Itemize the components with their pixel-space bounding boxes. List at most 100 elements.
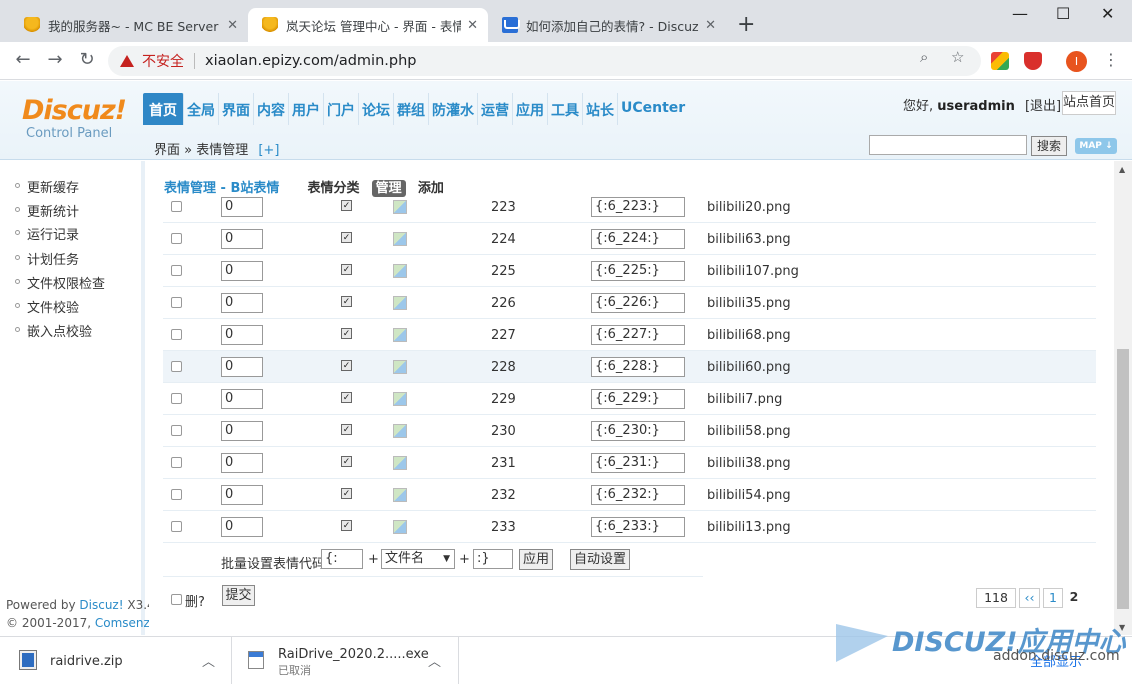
minimize-icon[interactable]: — — [1012, 4, 1028, 23]
page-scrollbar[interactable]: ▲ ▼ — [1114, 161, 1132, 635]
nav-content[interactable]: 内容 — [254, 93, 289, 125]
site-home-button[interactable]: 站点首页 — [1062, 91, 1116, 115]
batch-field-select[interactable]: 文件名 ▼ — [381, 549, 455, 569]
discuz-logo[interactable]: Discuz! Control Panel — [22, 95, 127, 141]
smiley-code-input[interactable]: {:6_224:} — [591, 229, 685, 249]
close-icon[interactable]: ✕ — [467, 18, 478, 33]
sidebar-item-run-log[interactable]: 运行记录 — [15, 224, 79, 243]
delete-checkbox[interactable] — [171, 201, 182, 212]
browser-tab-3[interactable]: 如何添加自己的表情? - Discuz!问 ✕ — [488, 8, 726, 42]
add-shortcut-link[interactable]: [+] — [258, 143, 279, 158]
display-order-input[interactable]: 0 — [221, 357, 263, 377]
enabled-checkbox[interactable]: ✓ — [341, 200, 352, 211]
window-close-icon[interactable]: ✕ — [1101, 4, 1114, 23]
batch-prefix-input[interactable]: {: — [321, 549, 363, 569]
discuz-link[interactable]: Discuz! — [79, 598, 123, 612]
nav-ucenter[interactable]: UCenter — [618, 93, 688, 125]
nav-antispam[interactable]: 防灌水 — [429, 93, 478, 125]
enabled-checkbox[interactable]: ✓ — [341, 264, 352, 275]
smiley-code-input[interactable]: {:6_230:} — [591, 421, 685, 441]
nav-users[interactable]: 用户 — [289, 93, 324, 125]
nav-style[interactable]: 界面 — [219, 93, 254, 125]
menu-kebab-icon[interactable]: ⋮ — [1103, 50, 1119, 69]
nav-operation[interactable]: 运营 — [478, 93, 513, 125]
display-order-input[interactable]: 0 — [221, 325, 263, 345]
smiley-code-input[interactable]: {:6_231:} — [591, 453, 685, 473]
smiley-code-input[interactable]: {:6_232:} — [591, 485, 685, 505]
chevron-up-icon[interactable]: ︿ — [202, 651, 215, 670]
nav-home[interactable]: 首页 — [143, 93, 184, 125]
smiley-code-input[interactable]: {:6_227:} — [591, 325, 685, 345]
delete-checkbox[interactable] — [171, 425, 182, 436]
browser-tab-1[interactable]: 我的服务器~ - MC BE Server - 岚 ✕ — [10, 8, 248, 42]
display-order-input[interactable]: 0 — [221, 485, 263, 505]
display-order-input[interactable]: 0 — [221, 229, 263, 249]
sidebar-item-update-stats[interactable]: 更新统计 — [15, 201, 79, 220]
download-item[interactable]: raidrive.zip ︿ — [0, 637, 232, 684]
logout-link[interactable]: [退出] — [1025, 99, 1061, 114]
map-button[interactable]: MAP ↓ — [1075, 138, 1117, 154]
smiley-code-input[interactable]: {:6_229:} — [591, 389, 685, 409]
delete-checkbox[interactable] — [171, 457, 182, 468]
bookmark-star-icon[interactable]: ☆ — [951, 48, 964, 66]
display-order-input[interactable]: 0 — [221, 197, 263, 217]
address-bar[interactable]: 不安全 xiaolan.epizy.com/admin.php — [108, 46, 981, 76]
new-tab-icon[interactable]: + — [737, 12, 755, 37]
scroll-thumb[interactable] — [1117, 349, 1129, 609]
display-order-input[interactable]: 0 — [221, 261, 263, 281]
nav-apps[interactable]: 应用 — [513, 93, 548, 125]
enabled-checkbox[interactable]: ✓ — [341, 328, 352, 339]
display-order-input[interactable]: 0 — [221, 421, 263, 441]
smiley-code-input[interactable]: {:6_233:} — [591, 517, 685, 537]
scroll-up-icon[interactable]: ▲ — [1119, 165, 1125, 174]
enabled-checkbox[interactable]: ✓ — [341, 424, 352, 435]
submit-button[interactable]: 提交 — [222, 585, 255, 606]
enabled-checkbox[interactable]: ✓ — [341, 392, 352, 403]
display-order-input[interactable]: 0 — [221, 293, 263, 313]
pager-page-1[interactable]: 1 — [1043, 588, 1063, 608]
enabled-checkbox[interactable]: ✓ — [341, 232, 352, 243]
extension-icon[interactable] — [991, 52, 1009, 70]
nav-portal[interactable]: 门户 — [324, 93, 359, 125]
apply-button[interactable]: 应用 — [519, 549, 553, 570]
chevron-up-icon[interactable]: ︿ — [428, 651, 441, 670]
nav-founder[interactable]: 站长 — [583, 93, 618, 125]
display-order-input[interactable]: 0 — [221, 517, 263, 537]
delete-checkbox[interactable] — [171, 393, 182, 404]
display-order-input[interactable]: 0 — [221, 389, 263, 409]
nav-forum[interactable]: 论坛 — [359, 93, 394, 125]
back-arrow-icon[interactable]: ← — [12, 49, 34, 71]
enabled-checkbox[interactable]: ✓ — [341, 456, 352, 467]
search-button[interactable]: 搜索 — [1031, 136, 1067, 156]
sidebar-item-file-check[interactable]: 文件校验 — [15, 297, 79, 316]
delete-checkbox[interactable] — [171, 297, 182, 308]
browser-tab-2[interactable]: 岚天论坛 管理中心 - 界面 - 表情 ✕ — [248, 8, 488, 42]
auto-set-button[interactable]: 自动设置 — [570, 549, 630, 570]
delete-checkbox[interactable] — [171, 489, 182, 500]
enabled-checkbox[interactable]: ✓ — [341, 296, 352, 307]
delete-checkbox[interactable] — [171, 521, 182, 532]
sidebar-item-file-perms[interactable]: 文件权限检查 — [15, 273, 105, 292]
delete-checkbox[interactable] — [171, 329, 182, 340]
show-all-downloads[interactable]: 全部显示 — [1030, 651, 1082, 670]
sidebar-item-hook-check[interactable]: 嵌入点校验 — [15, 321, 92, 340]
smiley-code-input[interactable]: {:6_228:} — [591, 357, 685, 377]
smiley-code-input[interactable]: {:6_226:} — [591, 293, 685, 313]
close-icon[interactable]: ✕ — [227, 18, 238, 33]
delete-checkbox[interactable] — [171, 265, 182, 276]
enabled-checkbox[interactable]: ✓ — [341, 488, 352, 499]
forward-arrow-icon[interactable]: → — [44, 49, 66, 71]
shield-extension-icon[interactable] — [1024, 52, 1042, 70]
batch-suffix-input[interactable]: :} — [473, 549, 513, 569]
smiley-code-input[interactable]: {:6_225:} — [591, 261, 685, 281]
display-order-input[interactable]: 0 — [221, 453, 263, 473]
sidebar-item-update-cache[interactable]: 更新缓存 — [15, 177, 79, 196]
enabled-checkbox[interactable]: ✓ — [341, 360, 352, 371]
maximize-icon[interactable]: ☐ — [1056, 4, 1070, 23]
delete-all-checkbox[interactable] — [171, 594, 182, 605]
scroll-down-icon[interactable]: ▼ — [1119, 623, 1125, 632]
close-icon[interactable]: ✕ — [705, 18, 716, 33]
admin-search-input[interactable] — [869, 135, 1027, 155]
smiley-code-input[interactable]: {:6_223:} — [591, 197, 685, 217]
nav-global[interactable]: 全局 — [184, 93, 219, 125]
